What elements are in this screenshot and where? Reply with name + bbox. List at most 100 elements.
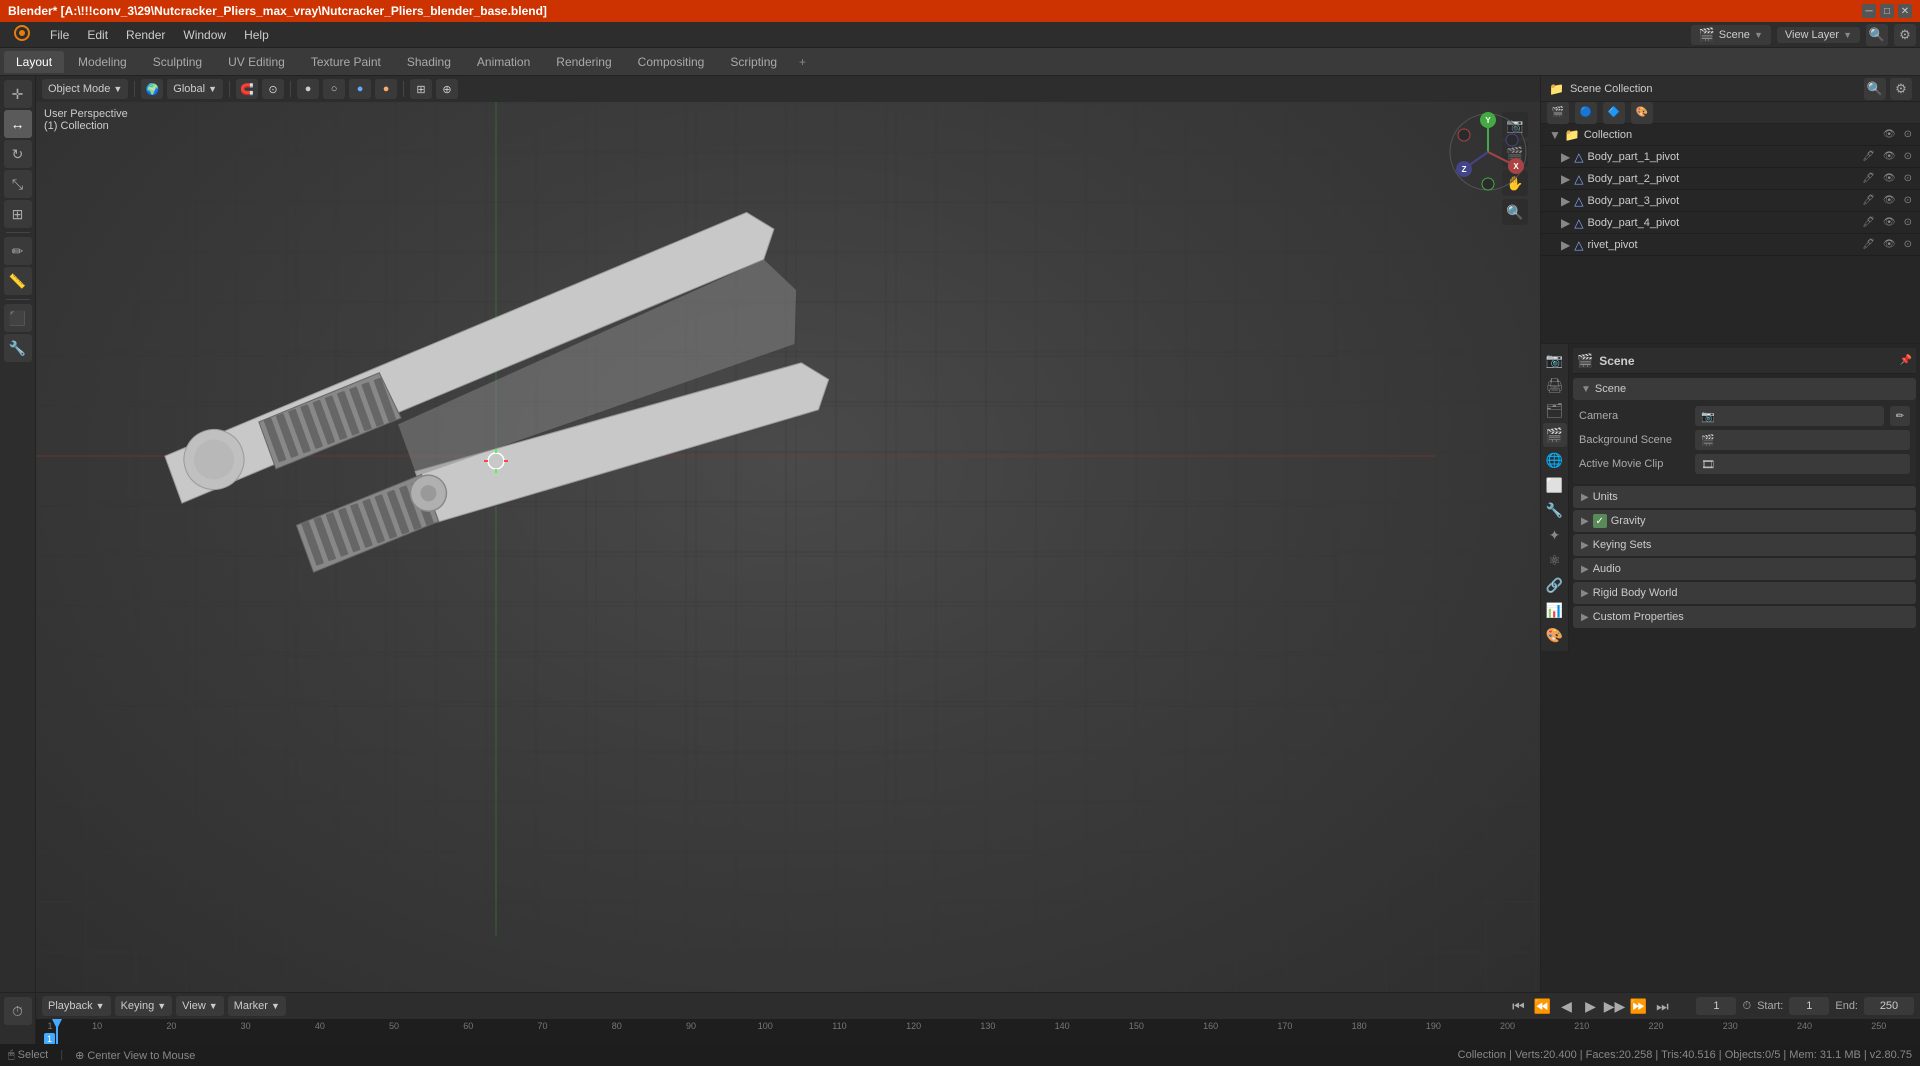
shading-solid-btn[interactable]: ● — [297, 79, 319, 99]
outliner-item-body-3[interactable]: ▶ △ Body_part_3_pivot 🖊 👁 ⊙ — [1541, 190, 1920, 212]
menu-window[interactable]: Window — [175, 26, 234, 44]
close-button[interactable]: ✕ — [1898, 4, 1912, 18]
outliner-item-rivet[interactable]: ▶ △ rivet_pivot 🖊 👁 ⊙ — [1541, 234, 1920, 256]
outliner-icon-obj[interactable]: 🔵 — [1575, 102, 1597, 124]
outliner-filter[interactable]: ⚙ — [1890, 78, 1912, 100]
menu-edit[interactable]: Edit — [79, 26, 116, 44]
props-output-icon[interactable]: 🖨 — [1543, 373, 1567, 397]
props-material-icon[interactable]: 🎨 — [1543, 623, 1567, 647]
cursor-tool[interactable]: ✛ — [4, 80, 32, 108]
props-modifier-icon[interactable]: 🔧 — [1543, 498, 1567, 522]
props-render-icon[interactable]: 📷 — [1543, 348, 1567, 372]
outliner-icon-mat[interactable]: 🎨 — [1631, 102, 1653, 124]
keying-dropdown[interactable]: Keying ▼ — [115, 996, 173, 1016]
props-physics-icon[interactable]: ⚛ — [1543, 548, 1567, 572]
maximize-button[interactable]: □ — [1880, 4, 1894, 18]
current-frame-input[interactable]: 1 — [1696, 997, 1736, 1015]
next-frame-btn[interactable]: ▶▶ — [1604, 996, 1624, 1016]
add-tool[interactable]: 🔧 — [4, 334, 32, 362]
zoom-viewport-btn[interactable]: 🔍 — [1502, 199, 1528, 225]
filter-button[interactable]: ⚙ — [1894, 24, 1916, 46]
timeline-track[interactable]: 1 10 20 30 40 50 60 70 80 90 100 110 120… — [36, 1019, 1920, 1044]
transform-space-dropdown[interactable]: Global ▼ — [167, 79, 223, 99]
section-gravity-header[interactable]: ▶ ✓ Gravity — [1573, 510, 1916, 532]
transform-tool[interactable]: ⊞ — [4, 200, 32, 228]
start-frame-input[interactable]: 1 — [1789, 997, 1829, 1015]
prev-frame-btn[interactable]: ◀ — [1556, 996, 1576, 1016]
tab-rendering[interactable]: Rendering — [544, 51, 623, 73]
props-pin[interactable]: 📌 — [1900, 355, 1912, 366]
menu-render[interactable]: Render — [118, 26, 173, 44]
props-scene-icon[interactable]: 🎬 — [1543, 423, 1567, 447]
navigation-gizmo[interactable]: Y X Z — [1448, 112, 1528, 195]
outliner-icon-mesh[interactable]: 🔷 — [1603, 102, 1625, 124]
measure-tool[interactable]: 📏 — [4, 267, 32, 295]
props-particles-icon[interactable]: ✦ — [1543, 523, 1567, 547]
tab-animation[interactable]: Animation — [465, 51, 542, 73]
add-cube-tool[interactable]: ⬛ — [4, 304, 32, 332]
tab-texture-paint[interactable]: Texture Paint — [299, 51, 393, 73]
tab-scripting[interactable]: Scripting — [718, 51, 789, 73]
prev-keyframe-btn[interactable]: ⏪ — [1532, 996, 1552, 1016]
add-workspace-button[interactable]: + — [791, 51, 814, 73]
props-world-icon[interactable]: 🌐 — [1543, 448, 1567, 472]
section-keying-sets-header[interactable]: ▶ Keying Sets — [1573, 534, 1916, 556]
active-movie-clip-value[interactable]: 🎞 — [1695, 454, 1910, 474]
minimize-button[interactable]: ─ — [1862, 4, 1876, 18]
view-layer-selector[interactable]: View Layer ▼ — [1777, 27, 1860, 43]
overlay-btn[interactable]: ⊞ — [410, 79, 432, 99]
outliner-icon-scene[interactable]: 🎬 — [1547, 102, 1569, 124]
search-button[interactable]: 🔍 — [1866, 24, 1888, 46]
snap-btn[interactable]: 🧲 — [236, 79, 258, 99]
section-units-header[interactable]: ▶ Units — [1573, 486, 1916, 508]
outliner-item-body-2[interactable]: ▶ △ Body_part_2_pivot 🖊 👁 ⊙ — [1541, 168, 1920, 190]
playback-dropdown[interactable]: Playback ▼ — [42, 996, 111, 1016]
view-dropdown[interactable]: View ▼ — [176, 996, 224, 1016]
section-rigid-body-world-header[interactable]: ▶ Rigid Body World — [1573, 582, 1916, 604]
marker-dropdown[interactable]: Marker ▼ — [228, 996, 286, 1016]
gravity-checkbox[interactable]: ✓ — [1593, 514, 1607, 528]
props-object-icon[interactable]: ⬜ — [1543, 473, 1567, 497]
play-btn[interactable]: ▶ — [1580, 996, 1600, 1016]
window-controls[interactable]: ─ □ ✕ — [1862, 4, 1912, 18]
shading-material-btn[interactable]: ● — [349, 79, 371, 99]
shading-render-btn[interactable]: ● — [375, 79, 397, 99]
props-data-icon[interactable]: 📊 — [1543, 598, 1567, 622]
outliner-search[interactable]: 🔍 — [1864, 78, 1886, 100]
scene-selector[interactable]: 🎬 Scene ▼ — [1691, 25, 1771, 45]
menu-file[interactable]: File — [42, 26, 77, 44]
tab-shading[interactable]: Shading — [395, 51, 463, 73]
tab-uv-editing[interactable]: UV Editing — [216, 51, 297, 73]
outliner-item-body-4[interactable]: ▶ △ Body_part_4_pivot 🖊 👁 ⊙ — [1541, 212, 1920, 234]
tab-sculpting[interactable]: Sculpting — [141, 51, 214, 73]
section-audio-header[interactable]: ▶ Audio — [1573, 558, 1916, 580]
menu-blender[interactable] — [4, 23, 40, 46]
scale-tool[interactable]: ⤡ — [4, 170, 32, 198]
props-view-layer-icon[interactable]: 🗂 — [1543, 398, 1567, 422]
camera-edit-btn[interactable]: ✏ — [1890, 406, 1910, 426]
jump-start-btn[interactable]: ⏮ — [1508, 996, 1528, 1016]
end-frame-input[interactable]: 250 — [1864, 997, 1914, 1015]
camera-value[interactable]: 📷 — [1695, 406, 1884, 426]
tab-layout[interactable]: Layout — [4, 51, 64, 73]
shading-wireframe-btn[interactable]: ○ — [323, 79, 345, 99]
section-scene-header[interactable]: ▼ Scene — [1573, 378, 1916, 400]
outliner-item-collection[interactable]: ▼ 📁 Collection 👁 ⊙ — [1541, 124, 1920, 146]
gizmo-btn[interactable]: ⊕ — [436, 79, 458, 99]
tab-modeling[interactable]: Modeling — [66, 51, 139, 73]
proportional-btn[interactable]: ⊙ — [262, 79, 284, 99]
jump-end-btn[interactable]: ⏭ — [1652, 996, 1672, 1016]
outliner-item-body-1[interactable]: ▶ △ Body_part_1_pivot 🖊 👁 ⊙ — [1541, 146, 1920, 168]
tab-compositing[interactable]: Compositing — [626, 51, 717, 73]
global-transform-btn[interactable]: 🌍 — [141, 79, 163, 99]
annotate-tool[interactable]: ✏ — [4, 237, 32, 265]
timeline-toolbar-btn[interactable]: ⏱ — [4, 997, 32, 1025]
menu-help[interactable]: Help — [236, 26, 277, 44]
rotate-tool[interactable]: ↻ — [4, 140, 32, 168]
background-scene-value[interactable]: 🎬 — [1695, 430, 1910, 450]
next-keyframe-btn[interactable]: ⏩ — [1628, 996, 1648, 1016]
move-tool[interactable]: ↔ — [4, 110, 32, 138]
props-constraints-icon[interactable]: 🔗 — [1543, 573, 1567, 597]
viewport-mode-dropdown[interactable]: Object Mode ▼ — [42, 79, 128, 99]
viewport-3d[interactable]: Object Mode ▼ 🌍 Global ▼ 🧲 ⊙ ● ○ ● ● ⊞ ⊕… — [36, 76, 1540, 992]
